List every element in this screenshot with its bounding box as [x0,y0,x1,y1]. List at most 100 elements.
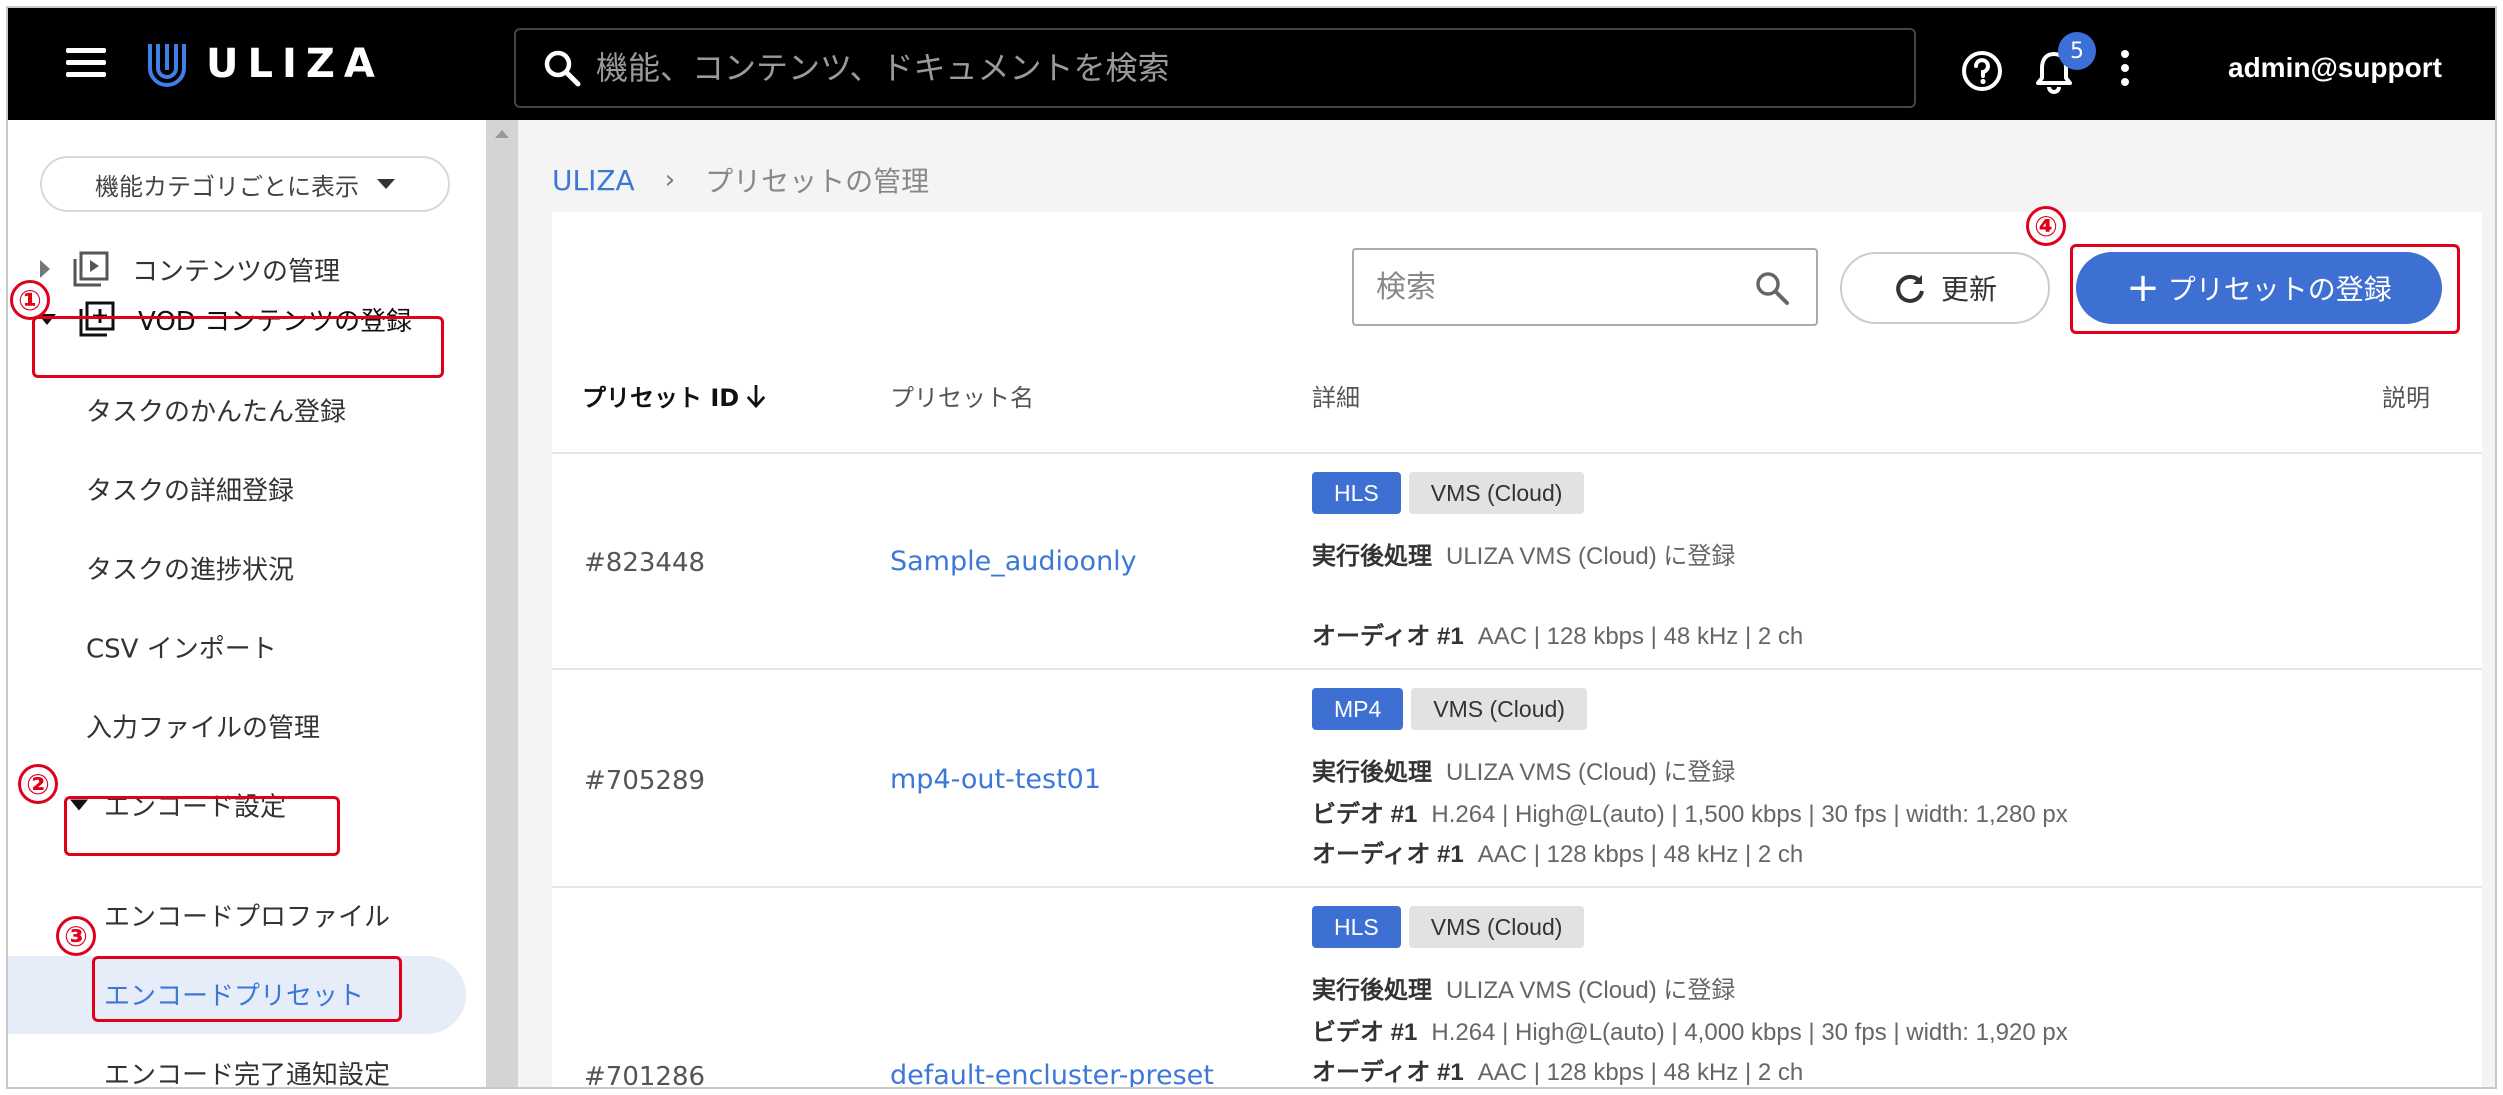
breadcrumb-current: プリセットの管理 [705,165,930,198]
sidebar-scrollbar[interactable] [486,120,518,1087]
more-vert-icon[interactable] [2118,50,2132,90]
preset-tags: HLS VMS (Cloud) [1312,472,1592,514]
sidebar-item-encode-notification[interactable]: エンコード完了通知設定 [104,1055,391,1089]
user-account[interactable]: admin@support [2228,52,2442,84]
detail-value: ULIZA VMS (Cloud) に登録 [1446,759,1736,786]
format-tag: MP4 [1312,688,1404,730]
app-frame: ULIZA 5 admin@support 機能カテゴリごとに表示 [6,6,2497,1089]
detail-key: 実行後処理 [1312,977,1432,1004]
preset-list-card: 更新 + プリセットの登録 ④ プリセット ID プリセット名 詳細 説明 [552,206,2482,1089]
refresh-icon [1896,274,1924,303]
post-process-line: 実行後処理 ULIZA VMS (Cloud) に登録 [1312,536,1735,571]
menu-icon[interactable] [66,48,106,78]
preset-id: #701286 [584,1062,706,1089]
annotation-number-1: ① [10,280,50,320]
sidebar-item-task-progress[interactable]: タスクの進捗状況 [86,550,294,587]
caret-down-icon [377,179,395,189]
table-row[interactable]: #705289 mp4-out-test01 MP4 VMS (Cloud) 実… [552,672,2482,888]
column-header-name[interactable]: プリセット名 [890,378,1034,413]
sort-down-icon[interactable] [745,382,767,410]
annotation-box-4 [2070,244,2460,334]
brand-logo[interactable]: ULIZA [146,36,384,92]
detail-value: AAC | 128 kbps | 48 kHz | 2 ch [1477,623,1804,650]
annotation-box-3 [92,956,402,1022]
column-header-id-label: プリセット ID [582,384,740,412]
annotation-box-1 [32,316,444,378]
sidebar-item-label: エンコード完了通知設定 [104,1060,391,1089]
global-search-input[interactable] [596,49,1896,87]
breadcrumb-root-link[interactable]: ULIZA [552,164,635,197]
sidebar-item-quick-task[interactable]: タスクのかんたん登録 [86,392,346,429]
search-icon[interactable] [1754,270,1790,306]
column-header-id[interactable]: プリセット ID [582,378,767,413]
uliza-logo-icon [148,44,186,87]
detail-key: オーディオ #1 [1312,623,1464,650]
post-process-line: 実行後処理 ULIZA VMS (Cloud) に登録 [1312,752,1735,787]
sidebar-item-label: CSV インポート [86,634,277,665]
sidebar-item-csv-import[interactable]: CSV インポート [86,629,277,666]
detail-value: H.264 | High@L(auto) | 1,500 kbps | 30 f… [1431,801,2068,828]
expand-right-icon [40,260,50,278]
annotation-number-4: ④ [2026,206,2066,246]
preset-id: #823448 [584,548,706,578]
target-tag: VMS (Cloud) [1408,472,1585,514]
detail-key: ビデオ #1 [1312,1019,1418,1046]
preset-search-input[interactable] [1376,269,1736,305]
video-library-icon [73,251,109,287]
column-header-detail: 詳細 [1312,384,1360,412]
detail-key: 実行後処理 [1312,759,1432,786]
audio-line: オーディオ #1 AAC | 128 kbps | 48 kHz | 2 ch [1312,1052,1803,1087]
annotation-box-2 [64,796,340,856]
top-bar: ULIZA 5 admin@support [8,8,2495,120]
sidebar-item-content-management[interactable]: コンテンツの管理 [40,250,340,288]
preset-id: #705289 [584,766,706,796]
post-process-line: 実行後処理 ULIZA VMS (Cloud) に登録 [1312,970,1735,1005]
preset-tags: HLS VMS (Cloud) [1312,906,1592,948]
format-tag: HLS [1312,472,1401,514]
sidebar-item-label: エンコードプロファイル [104,902,391,933]
refresh-button-label: 更新 [1940,273,1997,306]
sidebar-item-input-files[interactable]: 入力ファイルの管理 [86,708,320,745]
sidebar-item-encode-profile[interactable]: エンコードプロファイル [104,897,390,934]
search-icon [544,50,581,87]
video-line: ビデオ #1 H.264 | High@L(auto) | 1,500 kbps … [1312,794,2068,829]
sidebar-item-detailed-task[interactable]: タスクの詳細登録 [86,471,294,508]
sidebar-item-label: タスクの詳細登録 [86,476,295,507]
detail-key: オーディオ #1 [1312,1059,1464,1086]
preset-tags: MP4 VMS (Cloud) [1312,688,1595,730]
target-tag: VMS (Cloud) [1408,906,1585,948]
preset-name-link[interactable]: Sample_audioonly [890,546,1137,577]
scroll-up-icon[interactable] [495,130,509,138]
annotation-number-2: ② [18,764,58,804]
refresh-button[interactable]: 更新 [1840,252,2050,324]
category-select[interactable]: 機能カテゴリごとに表示 [40,156,450,212]
breadcrumb-separator-icon: › [664,165,676,195]
detail-value: ULIZA VMS (Cloud) に登録 [1446,977,1736,1004]
detail-key: オーディオ #1 [1312,841,1464,868]
sidebar: 機能カテゴリごとに表示 コンテンツの管理 VOD コンテンツの登録 タスクのかん… [8,120,486,1089]
preset-name-link[interactable]: default-encluster-preset [890,1060,1214,1087]
video-line: ビデオ #1 H.264 | High@L(auto) | 4,000 kbps … [1312,1012,2068,1047]
sidebar-item-label: コンテンツの管理 [132,256,341,287]
table-row[interactable]: #701286 default-encluster-preset HLS VMS… [552,890,2482,1089]
main-content: ULIZA › プリセットの管理 更新 + プリセッ [518,120,2495,1089]
detail-value: ULIZA VMS (Cloud) に登録 [1446,543,1736,570]
detail-value: AAC | 128 kbps | 48 kHz | 2 ch [1477,841,1804,868]
help-icon[interactable] [1961,50,2003,92]
format-tag: HLS [1312,906,1401,948]
annotation-number-3: ③ [56,916,96,956]
table-row[interactable]: #823448 Sample_audioonly HLS VMS (Cloud)… [552,454,2482,670]
sidebar-item-label: タスクの進捗状況 [86,555,295,586]
preset-name-link[interactable]: mp4-out-test01 [890,764,1101,795]
category-select-label: 機能カテゴリごとに表示 [95,172,359,201]
audio-line: オーディオ #1 AAC | 128 kbps | 48 kHz | 2 ch [1312,834,1803,869]
notification-badge: 5 [2058,32,2096,70]
target-tag: VMS (Cloud) [1411,688,1587,730]
detail-value: AAC | 128 kbps | 48 kHz | 2 ch [1477,1059,1804,1086]
breadcrumb: ULIZA › プリセットの管理 [552,160,929,200]
sidebar-item-label: 入力ファイルの管理 [86,713,321,744]
audio-line: オーディオ #1 AAC | 128 kbps | 48 kHz | 2 ch [1312,616,1803,651]
detail-key: ビデオ #1 [1312,801,1418,828]
global-search[interactable] [514,28,1916,108]
preset-search-box[interactable] [1352,248,1818,326]
